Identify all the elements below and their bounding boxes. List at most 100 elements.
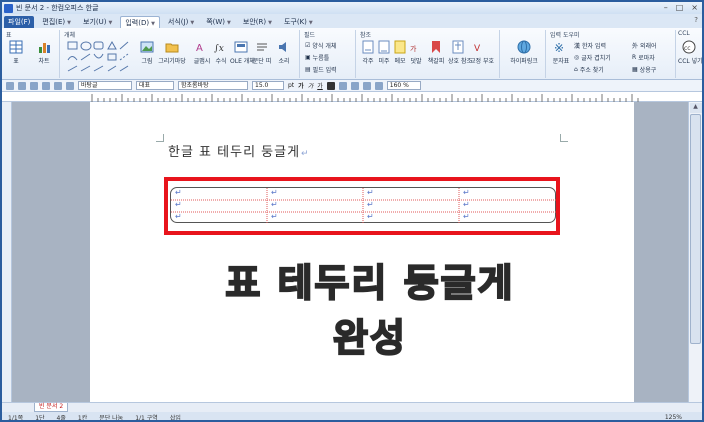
ribbon-group-field: 필드 ☑ 양식 개체 ▣ 누름틀 ▤ 필드 입력 <box>302 30 356 78</box>
hyperlink-button[interactable]: 하이퍼링크 <box>506 40 542 65</box>
menu-view[interactable]: 보기(U) ▼ <box>79 16 116 28</box>
footnote-button[interactable]: 각주 <box>360 40 376 65</box>
product-button[interactable]: ▦ 상용구 <box>632 65 656 74</box>
click-here-button[interactable]: ▣ 누름틀 <box>305 53 329 62</box>
redo-icon[interactable] <box>66 81 74 90</box>
font-select[interactable]: 함초롬바탕 <box>178 81 248 90</box>
menu-security[interactable]: 보안(R) ▼ <box>239 16 276 28</box>
document-heading[interactable]: 한글 표 테두리 둥글게↵ <box>168 141 310 160</box>
romaja-label: 로마자 <box>638 55 655 62</box>
horizontal-ruler[interactable] <box>2 92 702 102</box>
document-tab-bar: 빈 문서 2 <box>2 402 702 412</box>
maximize-button[interactable]: □ <box>676 3 684 12</box>
sound-button[interactable]: 소리 <box>274 40 294 65</box>
paragraph-button[interactable]: 문단 띠 <box>252 40 272 65</box>
menu-page-label: 쪽(W) <box>206 18 226 26</box>
chart-icon <box>39 43 50 53</box>
close-button[interactable]: × <box>691 3 698 12</box>
font-color-icon[interactable] <box>326 81 335 90</box>
save-icon[interactable] <box>30 81 38 90</box>
hanja-input-button[interactable]: 漢 한자 입력 <box>574 41 606 50</box>
scroll-up-icon[interactable]: ▲ <box>689 103 702 113</box>
minimize-button[interactable]: – <box>664 3 668 12</box>
print-icon[interactable] <box>42 81 50 90</box>
footnote-label: 각주 <box>362 58 374 65</box>
status-mode: 삽입 <box>169 414 181 422</box>
size-input[interactable]: 15.0 <box>252 81 284 90</box>
shape-gallery[interactable] <box>66 40 132 76</box>
address-button[interactable]: ⌂ 주소 찾기 <box>574 65 604 74</box>
bold-button[interactable]: 가 <box>298 81 304 90</box>
align-right-icon[interactable] <box>362 81 371 90</box>
picture-icon <box>140 41 154 53</box>
open-icon[interactable] <box>18 81 26 90</box>
paragraph-button-label: 문단 띠 <box>252 58 272 65</box>
align-left-icon[interactable] <box>338 81 347 90</box>
char-table-button[interactable]: ※ 문자표 <box>550 40 572 65</box>
status-page: 1/1쪽 <box>8 414 24 422</box>
formula-button[interactable]: ∫x 수식 <box>212 40 230 65</box>
endnote-button[interactable]: 미주 <box>376 40 392 65</box>
status-zoom[interactable]: 125% <box>665 414 682 421</box>
lang-select[interactable]: 대표 <box>136 81 174 90</box>
romaja-button[interactable]: R 로마자 <box>632 53 655 62</box>
glyph-button[interactable]: A 글맵시 <box>192 40 212 65</box>
style-select[interactable]: 바탕글 <box>78 81 132 90</box>
chart-button[interactable]: 차트 <box>32 40 56 65</box>
ccl-button[interactable]: cc CCL 넣기 <box>678 40 702 65</box>
memo-button[interactable]: 메모 <box>392 40 408 65</box>
vertical-scrollbar[interactable]: ▲ <box>688 102 702 402</box>
table-button-label: 표 <box>13 58 19 65</box>
ole-button[interactable]: OLE 개체 <box>230 40 255 65</box>
chart-button-label: 차트 <box>38 58 50 65</box>
svg-text:A: A <box>196 43 203 54</box>
annotation-button[interactable]: 가 덧말 <box>408 40 424 65</box>
draw-object-button[interactable]: 그리기마당 <box>158 40 186 65</box>
menu-insert[interactable]: 입력(D) ▼ <box>120 16 160 28</box>
scroll-thumb[interactable] <box>690 114 701 344</box>
field-input-button[interactable]: ▤ 필드 입력 <box>305 65 337 74</box>
underline-button[interactable]: 가 <box>317 81 323 90</box>
group-label-table: 표 <box>6 32 12 39</box>
form-object-button[interactable]: ☑ 양식 개체 <box>305 41 336 50</box>
bookmark-button[interactable]: 책갈피 <box>426 40 446 65</box>
group-label-input-helper: 입력 도우미 <box>550 32 580 39</box>
undo-icon[interactable] <box>54 81 62 90</box>
cross-ref-button[interactable]: 상호 참조 <box>448 40 472 65</box>
speaker-icon <box>279 42 286 52</box>
checkbox-icon: ☑ <box>305 42 311 49</box>
help-icon[interactable]: ? <box>694 16 698 24</box>
menu-file[interactable]: 파일(F) <box>4 16 35 28</box>
group-label-ccl: CCL <box>678 30 690 37</box>
justify-icon[interactable] <box>374 81 383 90</box>
menu-page[interactable]: 쪽(W) ▼ <box>202 16 235 28</box>
vertical-ruler <box>2 102 12 402</box>
zoom-select[interactable]: 160 % <box>386 81 421 90</box>
cc-icon: cc <box>682 40 696 54</box>
annotation-icon: 가 <box>410 44 417 53</box>
memo-icon <box>394 40 406 54</box>
align-center-icon[interactable] <box>350 81 359 90</box>
formula-button-label: 수식 <box>215 58 227 65</box>
menu-edit[interactable]: 편집(E) ▼ <box>38 16 75 28</box>
svg-text:∫x: ∫x <box>214 44 224 54</box>
romaja-icon: R <box>632 54 637 61</box>
foreign-icon: 外 <box>632 43 639 50</box>
italic-button[interactable]: 가 <box>308 81 314 90</box>
app-window: 빈 문서 2 - 한컴오피스 한글 – □ × 파일(F) 편집(E) ▼ 보기(… <box>0 0 704 422</box>
foreign-button[interactable]: 外 외래어 <box>632 41 657 50</box>
char-overlap-button[interactable]: ◎ 글자 겹치기 <box>574 53 611 62</box>
menu-format[interactable]: 서식(J) ▼ <box>164 16 198 28</box>
new-doc-icon[interactable] <box>6 81 14 90</box>
group-label-reference: 참조 <box>360 32 372 39</box>
chevron-down-icon: ▼ <box>268 20 272 26</box>
table-button[interactable]: 표 <box>7 40 25 65</box>
menu-tools[interactable]: 도구(K) ▼ <box>280 16 317 28</box>
document-page: 한글 표 테두리 둥글게↵ ↵ ↵ ↵ ↵ ↵ ↵ ↵ ↵ ↵ ↵ ↵ ↵ 표 테두리 둥글게 완성 <box>90 102 634 402</box>
picture-button[interactable]: 그림 <box>138 40 156 65</box>
check-fix-button[interactable]: V 교정 부호 <box>470 40 494 65</box>
doc-tab[interactable]: 빈 문서 2 <box>34 403 69 412</box>
svg-text:cc: cc <box>684 45 691 52</box>
status-column: 1단 <box>35 414 45 422</box>
margin-corner-tr <box>560 134 568 142</box>
